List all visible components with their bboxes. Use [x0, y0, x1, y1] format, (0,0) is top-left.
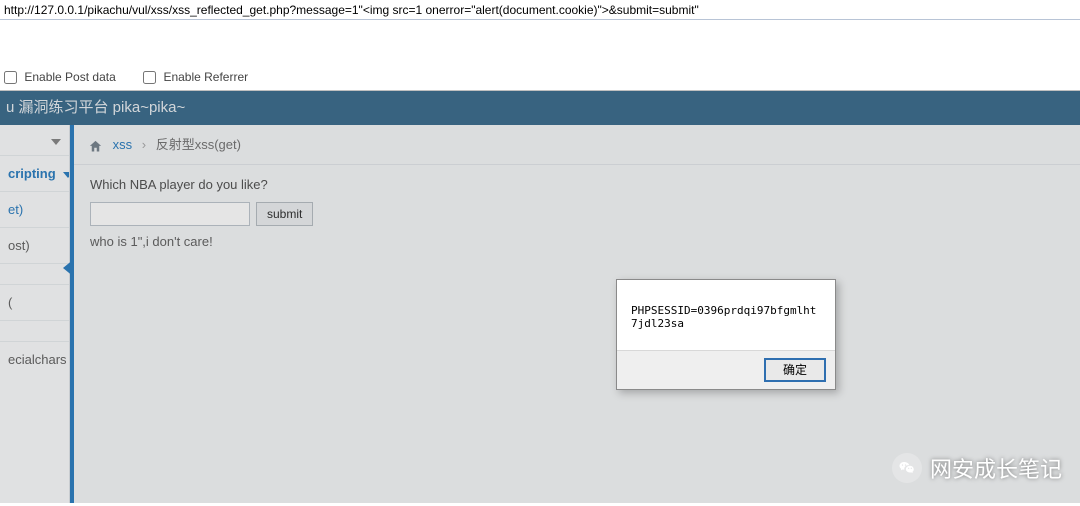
sidebar-item-reflected-get[interactable]: et)	[0, 191, 69, 227]
message-input[interactable]	[90, 202, 250, 226]
enable-referrer-checkbox[interactable]: Enable Referrer	[143, 70, 248, 84]
enable-referrer-input[interactable]	[143, 71, 156, 84]
breadcrumb-root[interactable]: xss	[113, 137, 133, 152]
chevron-down-icon	[63, 172, 69, 178]
app-header: u 漏洞练习平台 pika~pika~	[0, 91, 1080, 125]
sidebar-item-5[interactable]	[0, 320, 69, 341]
sidebar: cripting et) ost) ( ecialchars	[0, 125, 70, 503]
alert-ok-button[interactable]: 确定	[765, 359, 825, 381]
enable-post-label: Enable Post data	[24, 70, 115, 84]
alert-message: PHPSESSID=0396prdqi97bfgmlht7jdl23sa	[617, 280, 835, 350]
sidebar-item-4[interactable]: (	[0, 284, 69, 320]
breadcrumb: xss › 反射型xss(get)	[74, 125, 1080, 165]
breadcrumb-current: 反射型xss(get)	[156, 137, 241, 152]
sidebar-group-label: cripting	[8, 166, 56, 181]
enable-referrer-label: Enable Referrer	[163, 70, 248, 84]
app-title: u 漏洞练习平台 pika~pika~	[6, 99, 185, 116]
enable-post-checkbox[interactable]: Enable Post data	[4, 70, 119, 84]
app-container: u 漏洞练习平台 pika~pika~ cripting et) ost) ( …	[0, 91, 1080, 503]
enable-post-input[interactable]	[4, 71, 17, 84]
watermark: 网安成长笔记	[892, 452, 1062, 484]
wechat-icon	[892, 453, 922, 483]
submit-button[interactable]: submit	[256, 202, 313, 226]
response-echo: who is 1",i don't care!	[90, 234, 1064, 249]
question-text: Which NBA player do you like?	[90, 177, 1064, 192]
sidebar-item-specialchars[interactable]: ecialchars	[0, 341, 69, 377]
chevron-down-icon	[51, 139, 61, 145]
home-icon[interactable]	[88, 126, 103, 166]
sidebar-group-xss[interactable]: cripting	[0, 155, 69, 191]
sidebar-item-3[interactable]	[0, 263, 69, 284]
active-nav-arrow-icon	[63, 259, 74, 277]
sidebar-item-reflected-post[interactable]: ost)	[0, 227, 69, 263]
address-bar[interactable]	[0, 0, 1080, 20]
breadcrumb-sep: ›	[142, 137, 146, 152]
url-input[interactable]	[4, 3, 1076, 17]
main-content: xss › 反射型xss(get) Which NBA player do yo…	[70, 125, 1080, 503]
watermark-text: 网安成长笔记	[930, 452, 1062, 484]
devtools-toolbar: Enable Post data Enable Referrer	[0, 66, 1080, 91]
alert-dialog: PHPSESSID=0396prdqi97bfgmlht7jdl23sa 确定	[616, 279, 836, 390]
sidebar-collapse[interactable]	[0, 125, 69, 155]
